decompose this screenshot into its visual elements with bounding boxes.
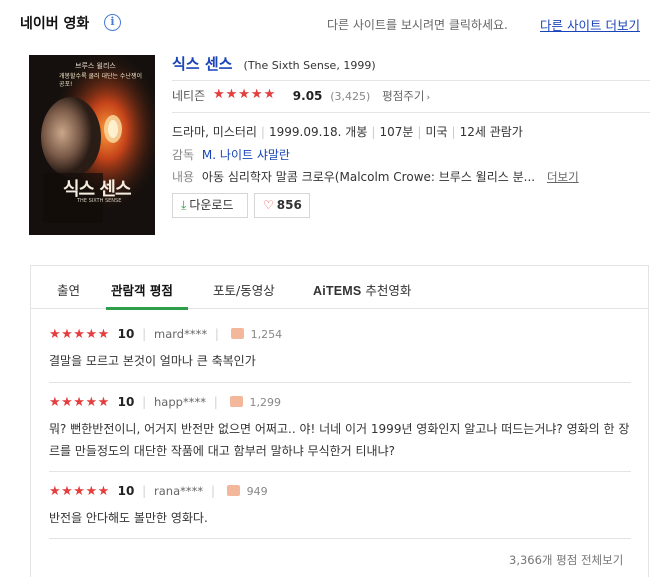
info-icon[interactable]: i xyxy=(104,14,121,31)
review-text: 뭐? 뻔한반전이니, 어거지 반전만 없으면 어쩌고.. 야! 너네 이거 19… xyxy=(49,422,630,458)
divider xyxy=(49,538,631,539)
header: 네이버 영화 i 다른 사이트를 보시려면 클릭하세요. 다른 사이트 더보기 xyxy=(0,0,665,48)
review-panel: 출연 관람객 평점 포토/동영상 AiTEMS 추천영화 ★★★★★ 10 | … xyxy=(30,265,649,577)
age-rating: 12세 관람가 xyxy=(459,125,523,139)
content-row: 내용 아동 심리학자 말콤 크로우(Malcolm Crowe: 브루스 윌리스… xyxy=(172,168,650,185)
review-item: ★★★★★ 10 | happ**** | 1,299 뭐? 뻔한반전이니, 어… xyxy=(49,395,631,462)
heart-icon: ♡ xyxy=(263,198,274,212)
review-text: 반전을 안다해도 볼만한 영화다. xyxy=(49,511,208,525)
review-user: mard**** xyxy=(154,327,208,341)
thumbs-up-icon[interactable] xyxy=(226,485,240,496)
review-user: happ**** xyxy=(154,395,206,409)
rating-count: (3,425) xyxy=(330,90,371,103)
director-link[interactable]: M. 나이트 샤말란 xyxy=(202,148,290,162)
movie-title-row: 식스 센스 (The Sixth Sense, 1999) xyxy=(172,53,650,81)
download-icon: ⤓ xyxy=(181,198,187,212)
country: 미국 xyxy=(425,125,448,139)
genre: 드라마, 미스터리 xyxy=(172,125,257,139)
review-text: 결말을 모르고 본것이 얼마나 큰 축복인가 xyxy=(49,354,256,368)
thumbs-up-icon[interactable] xyxy=(230,328,244,339)
content-text: 아동 심리학자 말콤 크로우(Malcolm Crowe: 브루스 윌리스 분.… xyxy=(201,170,536,184)
divider xyxy=(49,382,631,383)
tab-photo-video[interactable]: 포토/동영상 xyxy=(213,280,275,299)
brand-title: 네이버 영화 xyxy=(20,16,90,32)
review-user: rana**** xyxy=(154,484,204,498)
poster-top-actor: 브루스 윌리스 xyxy=(75,62,116,70)
rating-score: 9.05 xyxy=(292,89,323,103)
rate-movie-link[interactable]: 평점주기 › xyxy=(382,89,430,103)
movie-meta: 드라마, 미스터리 | 1999.09.18. 개봉 | 107분 | 미국 | 12세 관람가 xyxy=(172,125,523,139)
divider xyxy=(49,471,631,472)
rating-row: 네티즌 ★★★★★ ★★★★★ 9.05 (3,425) 평점주기 › xyxy=(172,87,430,105)
tab-audience-ratings[interactable]: 관람객 평점 xyxy=(111,280,173,299)
review-stars: ★★★★★ xyxy=(49,327,110,342)
review-likes: 949 xyxy=(246,485,268,498)
rating-stars: ★★★★★ ★★★★★ xyxy=(212,87,277,102)
rating-stars-fill: ★★★★★ xyxy=(212,88,277,101)
content-label: 내용 xyxy=(172,170,195,184)
tab-aitems-recommend[interactable]: AiTEMS 추천영화 xyxy=(313,280,411,299)
thumbs-up-icon[interactable] xyxy=(229,396,243,407)
content-more-link[interactable]: 더보기 xyxy=(547,170,579,184)
movie-title[interactable]: 식스 센스 xyxy=(172,55,232,73)
review-score: 10 xyxy=(117,395,135,409)
poster-subtitle: THE SIXTH SENSE xyxy=(77,198,122,204)
movie-poster[interactable]: 브루스 윌리스 개봉할수록 쿨러 대단는 수난쟁이 공포! 식스 센스 THE … xyxy=(29,55,155,235)
chevron-right-icon: › xyxy=(426,93,431,103)
hint-text: 다른 사이트를 보시려면 클릭하세요. xyxy=(327,18,508,32)
tab-bar: 출연 관람객 평점 포토/동영상 AiTEMS 추천영화 xyxy=(31,266,648,310)
runtime: 107분 xyxy=(379,125,414,139)
poster-tagline: 개봉할수록 쿨러 대단는 수난쟁이 공포! xyxy=(59,73,143,88)
review-stars: ★★★★★ xyxy=(49,484,110,499)
tab-cast[interactable]: 출연 xyxy=(57,280,80,299)
review-item: ★★★★★ 10 | rana**** | 949 반전을 안다해도 볼만한 영… xyxy=(49,484,631,529)
review-stars: ★★★★★ xyxy=(49,395,110,410)
review-score: 10 xyxy=(117,484,135,498)
divider xyxy=(172,112,650,113)
review-likes: 1,254 xyxy=(250,328,283,341)
release-date: 1999.09.18. 개봉 xyxy=(268,125,368,139)
rating-label: 네티즌 xyxy=(172,89,206,103)
like-button[interactable]: ♡ 856 xyxy=(254,193,310,218)
review-likes: 1,299 xyxy=(249,396,281,409)
movie-title-en: (The Sixth Sense, 1999) xyxy=(243,59,376,72)
review-score: 10 xyxy=(117,327,135,341)
other-sites-link[interactable]: 다른 사이트 더보기 xyxy=(540,15,640,34)
review-item: ★★★★★ 10 | mard**** | 1,254 결말을 모르고 본것이 … xyxy=(49,327,631,372)
all-reviews-link[interactable]: 3,366개 평점 전체보기 xyxy=(509,552,623,568)
download-button[interactable]: ⤓ 다운로드 xyxy=(172,193,248,218)
director-label: 감독 xyxy=(172,148,195,162)
active-tab-indicator xyxy=(106,307,188,310)
director-row: 감독 M. 나이트 샤말란 xyxy=(172,146,290,163)
